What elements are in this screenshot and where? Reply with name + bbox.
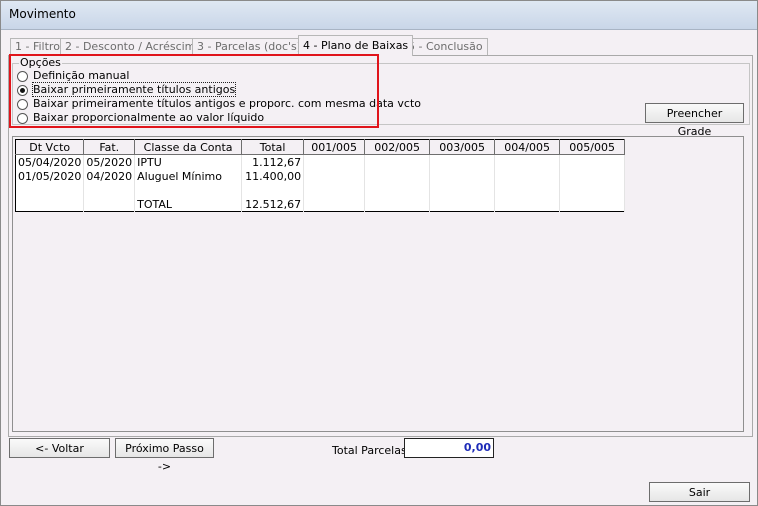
grid-header-row: Dt Vcto Fat. Classe da Conta Total 001/0… xyxy=(15,139,626,155)
cell-total[interactable]: 12.512,67 xyxy=(241,197,305,212)
cell-parcela-3[interactable] xyxy=(429,154,496,169)
cell-fat[interactable]: 04/2020 xyxy=(83,169,136,183)
cell-parcela-2[interactable] xyxy=(364,183,431,197)
col-005-005[interactable]: 005/005 xyxy=(559,139,626,155)
cell-parcela-3[interactable] xyxy=(429,169,496,183)
col-fat[interactable]: Fat. xyxy=(83,139,136,155)
col-classe-conta[interactable]: Classe da Conta xyxy=(134,139,243,155)
plano-baixas-grid[interactable]: Dt Vcto Fat. Classe da Conta Total 001/0… xyxy=(15,139,626,212)
cell-parcela-1[interactable] xyxy=(303,154,366,169)
cell-total[interactable]: 1.112,67 xyxy=(241,154,305,169)
table-row[interactable]: 05/04/2020 05/2020 IPTU 1.112,67 xyxy=(15,154,626,169)
window-title: Movimento xyxy=(9,7,76,21)
cell-classe-conta[interactable] xyxy=(134,183,243,197)
table-row-total[interactable]: TOTAL 12.512,67 xyxy=(15,197,626,212)
cell-parcela-2[interactable] xyxy=(364,169,431,183)
cell-parcela-1[interactable] xyxy=(303,183,366,197)
col-004-005[interactable]: 004/005 xyxy=(494,139,561,155)
cell-dt-vcto[interactable] xyxy=(15,183,85,197)
cell-total[interactable] xyxy=(241,183,305,197)
col-002-005[interactable]: 002/005 xyxy=(364,139,431,155)
title-bar: Movimento xyxy=(1,1,757,30)
cell-parcela-2[interactable] xyxy=(364,197,431,212)
cell-parcela-5[interactable] xyxy=(559,169,626,183)
cell-parcela-5[interactable] xyxy=(559,197,626,212)
proximo-passo-button[interactable]: Próximo Passo -> xyxy=(115,438,214,473)
col-001-005[interactable]: 001/005 xyxy=(303,139,366,155)
tab-filtro[interactable]: 1 - Filtro xyxy=(10,38,65,55)
cell-parcela-5[interactable] xyxy=(559,154,626,169)
cell-parcela-4[interactable] xyxy=(494,169,561,183)
cell-classe-conta[interactable]: IPTU xyxy=(134,154,243,169)
cell-dt-vcto[interactable]: 01/05/2020 xyxy=(15,169,85,183)
table-row[interactable]: 01/05/2020 04/2020 Aluguel Mínimo 11.400… xyxy=(15,169,626,183)
cell-dt-vcto[interactable]: 05/04/2020 xyxy=(15,154,85,169)
cell-parcela-3[interactable] xyxy=(429,183,496,197)
cell-classe-conta[interactable]: TOTAL xyxy=(134,197,243,212)
cell-parcela-4[interactable] xyxy=(494,197,561,212)
cell-parcela-5[interactable] xyxy=(559,183,626,197)
sair-button[interactable]: Sair xyxy=(649,482,750,502)
tab-desconto-acrescimo[interactable]: 2 - Desconto / Acréscimo xyxy=(60,38,208,55)
cell-total[interactable]: 11.400,00 xyxy=(241,169,305,183)
cell-parcela-1[interactable] xyxy=(303,169,366,183)
cell-parcela-3[interactable] xyxy=(429,197,496,212)
col-dt-vcto[interactable]: Dt Vcto xyxy=(15,139,85,155)
total-parcelas-label: Total Parcelas xyxy=(332,444,407,457)
cell-parcela-2[interactable] xyxy=(364,154,431,169)
tab-parcelas[interactable]: 3 - Parcelas (doc's) xyxy=(192,38,307,55)
cell-fat[interactable]: 05/2020 xyxy=(83,154,136,169)
movimento-window: Movimento 1 - Filtro 2 - Desconto / Acré… xyxy=(0,0,758,506)
tab-plano-de-baixas[interactable]: 4 - Plano de Baixas xyxy=(298,35,414,56)
cell-dt-vcto[interactable] xyxy=(15,197,85,212)
options-legend: Opções xyxy=(19,56,62,69)
cell-parcela-4[interactable] xyxy=(494,183,561,197)
red-highlight-box xyxy=(9,54,379,128)
cell-classe-conta[interactable]: Aluguel Mínimo xyxy=(134,169,243,183)
total-parcelas-field[interactable]: 0,00 xyxy=(404,438,494,458)
col-total[interactable]: Total xyxy=(241,139,305,155)
col-003-005[interactable]: 003/005 xyxy=(429,139,496,155)
cell-parcela-4[interactable] xyxy=(494,154,561,169)
cell-fat[interactable] xyxy=(83,197,136,212)
preencher-grade-button[interactable]: Preencher Grade xyxy=(645,103,744,138)
voltar-button[interactable]: <- Voltar xyxy=(9,438,110,458)
tab-conclusao[interactable]: 5 - Conclusão xyxy=(403,38,488,55)
cell-fat[interactable] xyxy=(83,183,136,197)
table-row[interactable] xyxy=(15,183,626,197)
cell-parcela-1[interactable] xyxy=(303,197,366,212)
